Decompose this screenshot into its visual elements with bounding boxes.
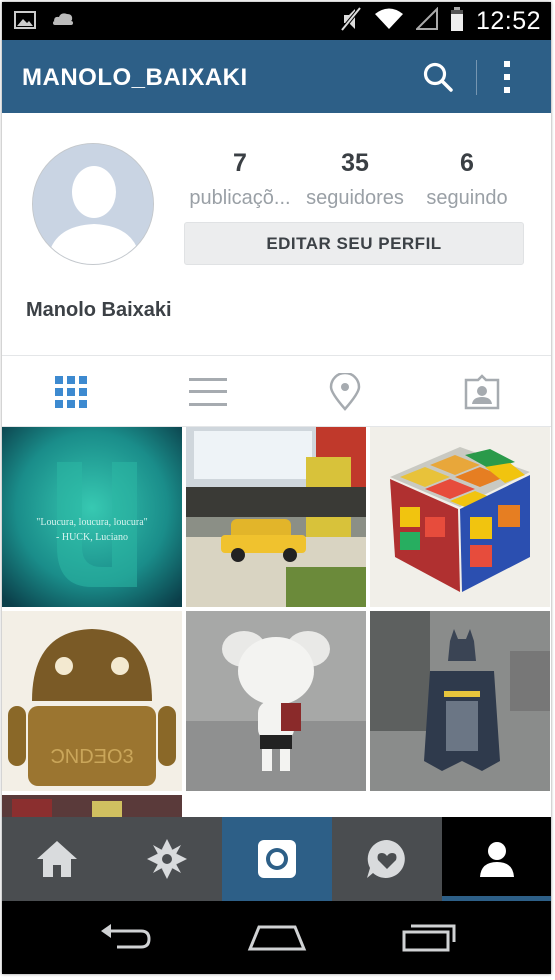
- followers-label: seguidores: [306, 187, 404, 209]
- photo-toy-taxi[interactable]: [186, 427, 366, 607]
- posts-label: publicaçõ...: [189, 187, 291, 209]
- activity-icon[interactable]: [332, 817, 442, 901]
- clock: 12:52: [475, 7, 541, 35]
- photo-white-figure[interactable]: [186, 611, 366, 791]
- home-button-icon[interactable]: [242, 917, 312, 957]
- profile-full-name: Manolo Baixaki: [26, 299, 172, 321]
- more-vert-icon[interactable]: [497, 58, 517, 96]
- stat-followers[interactable]: 35 seguidores: [295, 149, 415, 210]
- edit-profile-button[interactable]: EDITAR SEU PERFIL: [184, 222, 524, 265]
- username-title: MANOLO_BAIXAKI: [22, 64, 248, 91]
- view-tabs: [2, 355, 551, 427]
- battery-icon: [450, 6, 464, 37]
- tagged-photos-icon[interactable]: [413, 356, 550, 427]
- list-icon[interactable]: [139, 356, 276, 427]
- following-label: seguindo: [426, 187, 508, 209]
- photo-partial[interactable]: [2, 795, 182, 819]
- app-bar: MANOLO_BAIXAKI: [2, 40, 551, 113]
- followers-count: 35: [341, 149, 369, 177]
- explore-icon[interactable]: [112, 817, 222, 901]
- photo-rubiks-cube[interactable]: [370, 427, 550, 607]
- photo-grid: "Loucura, loucura, loucura" - HUCK, Luci…: [2, 427, 551, 819]
- status-bar: 12:52: [2, 2, 551, 40]
- signal-icon: [414, 6, 438, 36]
- wifi-icon: [374, 7, 404, 36]
- following-count: 6: [460, 149, 474, 177]
- quote-author: - HUCK, Luciano: [56, 532, 128, 543]
- grid-icon[interactable]: [2, 356, 139, 427]
- gallery-icon: [14, 11, 36, 34]
- phone-screen: 12:52 MANOLO_BAIXAKI 7 publicaçõ... 35 s…: [2, 2, 551, 974]
- system-nav-bar: [2, 901, 551, 974]
- location-pin-icon[interactable]: [276, 356, 413, 427]
- profile-header: 7 publicaçõ... 35 seguidores 6 seguindo …: [2, 113, 551, 355]
- back-icon[interactable]: [90, 917, 160, 957]
- home-icon[interactable]: [2, 817, 112, 901]
- bottom-nav: [2, 817, 551, 901]
- camera-icon[interactable]: [222, 817, 332, 901]
- photo-batman-figure[interactable]: [370, 611, 550, 791]
- app-bar-divider: [476, 60, 477, 95]
- stat-following[interactable]: 6 seguindo: [407, 149, 527, 210]
- svg-text:ƆNDƎO3: ƆNDƎO3: [50, 746, 133, 768]
- photo-android-figure[interactable]: ƆNDƎO3: [2, 611, 182, 791]
- photo-teal-quote[interactable]: "Loucura, loucura, loucura" - HUCK, Luci…: [2, 427, 182, 607]
- profile-icon[interactable]: [442, 817, 551, 901]
- cloud-icon: [50, 11, 76, 34]
- posts-count: 7: [233, 149, 247, 177]
- stat-posts[interactable]: 7 publicaçõ...: [180, 149, 300, 210]
- recents-icon[interactable]: [394, 917, 464, 957]
- search-icon[interactable]: [422, 61, 454, 93]
- quote-text: "Loucura, loucura, loucura": [36, 517, 148, 528]
- default-avatar-icon[interactable]: [32, 143, 154, 265]
- mute-icon: [340, 6, 362, 37]
